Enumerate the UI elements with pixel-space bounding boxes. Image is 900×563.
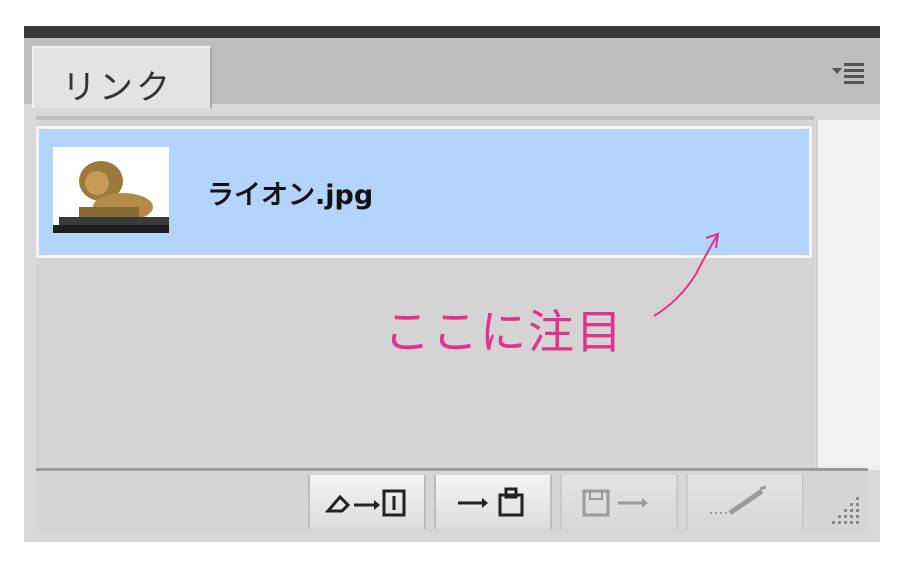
links-toolbar xyxy=(36,468,868,533)
annotation-arrow xyxy=(653,232,720,317)
goto-link-button[interactable] xyxy=(434,475,552,529)
links-panel: リンク ライオン.jpg xyxy=(24,26,880,542)
tab-links-label: リンク xyxy=(62,68,173,108)
update-link-icon xyxy=(582,489,648,517)
scrollbar[interactable] xyxy=(816,120,880,470)
update-link-button[interactable] xyxy=(560,475,678,529)
edit-original-pencil-icon xyxy=(710,485,767,516)
panel-menu-icon[interactable] xyxy=(832,60,866,84)
panel-tab-bar: リンク xyxy=(24,38,880,108)
relink-from-cc-button[interactable] xyxy=(308,475,426,529)
relink-icon xyxy=(324,489,406,517)
lion-image xyxy=(53,147,169,233)
link-file-name: ライオン.jpg xyxy=(207,180,374,211)
lion-thumbnail xyxy=(53,147,169,233)
edit-original-button[interactable] xyxy=(686,475,804,529)
goto-link-icon xyxy=(458,487,524,517)
tab-links[interactable]: リンク xyxy=(32,46,212,108)
annotation-label: ここに注目 xyxy=(384,305,624,359)
resize-grip-icon[interactable] xyxy=(828,493,862,527)
